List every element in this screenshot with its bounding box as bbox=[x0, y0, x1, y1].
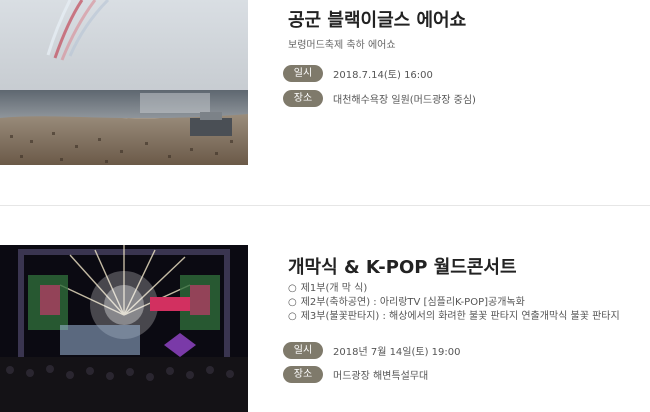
event-title: 개막식 & K-POP 월드콘서트 bbox=[288, 257, 517, 278]
location-value: 대천해수욕장 일원(머드광장 중심) bbox=[333, 95, 476, 106]
location-badge: 장소 bbox=[283, 90, 323, 107]
program-bullet: ○ bbox=[288, 311, 297, 322]
program-item: ○ 제1부(개 막 식) bbox=[288, 282, 620, 296]
event-card-concert: 개막식 & K-POP 월드콘서트 ○ 제1부(개 막 식) ○ 제2부(축하공… bbox=[0, 245, 650, 412]
divider bbox=[0, 205, 650, 206]
program-bullet: ○ bbox=[288, 283, 297, 294]
program-item-text: 제3부(불꽃판타지) : 해상에서의 화려한 불꽃 판타지 연출개막식 불꽃 판… bbox=[300, 311, 620, 322]
program-list: ○ 제1부(개 막 식) ○ 제2부(축하공연) : 아리랑TV [심플리K-P… bbox=[288, 282, 620, 324]
info-row-location: 장소 대천해수욕장 일원(머드광장 중심) bbox=[283, 90, 476, 107]
airshow-beach-photo[interactable] bbox=[0, 0, 248, 165]
program-item: ○ 제3부(불꽃판타지) : 해상에서의 화려한 불꽃 판타지 연출개막식 불꽃… bbox=[288, 310, 620, 324]
datetime-badge: 일시 bbox=[283, 65, 323, 82]
event-title: 공군 블랙이글스 에어쇼 bbox=[288, 10, 467, 31]
program-item: ○ 제2부(축하공연) : 아리랑TV [심플리K-POP]공개녹화 bbox=[288, 296, 620, 310]
event-card-airshow: 공군 블랙이글스 에어쇼 보령머드축제 축하 에어쇼 일시 2018.7.14(… bbox=[0, 0, 650, 165]
program-item-text: 제2부(축하공연) : 아리랑TV [심플리K-POP]공개녹화 bbox=[300, 297, 525, 308]
event-subtitle: 보령머드축제 축하 에어쇼 bbox=[288, 40, 396, 51]
location-value: 머드광장 해변특설무대 bbox=[333, 371, 429, 382]
datetime-value: 2018년 7월 14일(토) 19:00 bbox=[333, 347, 461, 358]
program-item-text: 제1부(개 막 식) bbox=[300, 283, 368, 294]
program-bullet: ○ bbox=[288, 297, 297, 308]
datetime-value: 2018.7.14(토) 16:00 bbox=[333, 70, 433, 81]
location-badge: 장소 bbox=[283, 366, 323, 383]
info-row-datetime: 일시 2018년 7월 14일(토) 19:00 bbox=[283, 342, 461, 359]
concert-stage-photo[interactable] bbox=[0, 245, 248, 412]
info-row-location: 장소 머드광장 해변특설무대 bbox=[283, 366, 428, 383]
info-row-datetime: 일시 2018.7.14(토) 16:00 bbox=[283, 65, 433, 82]
datetime-badge: 일시 bbox=[283, 342, 323, 359]
